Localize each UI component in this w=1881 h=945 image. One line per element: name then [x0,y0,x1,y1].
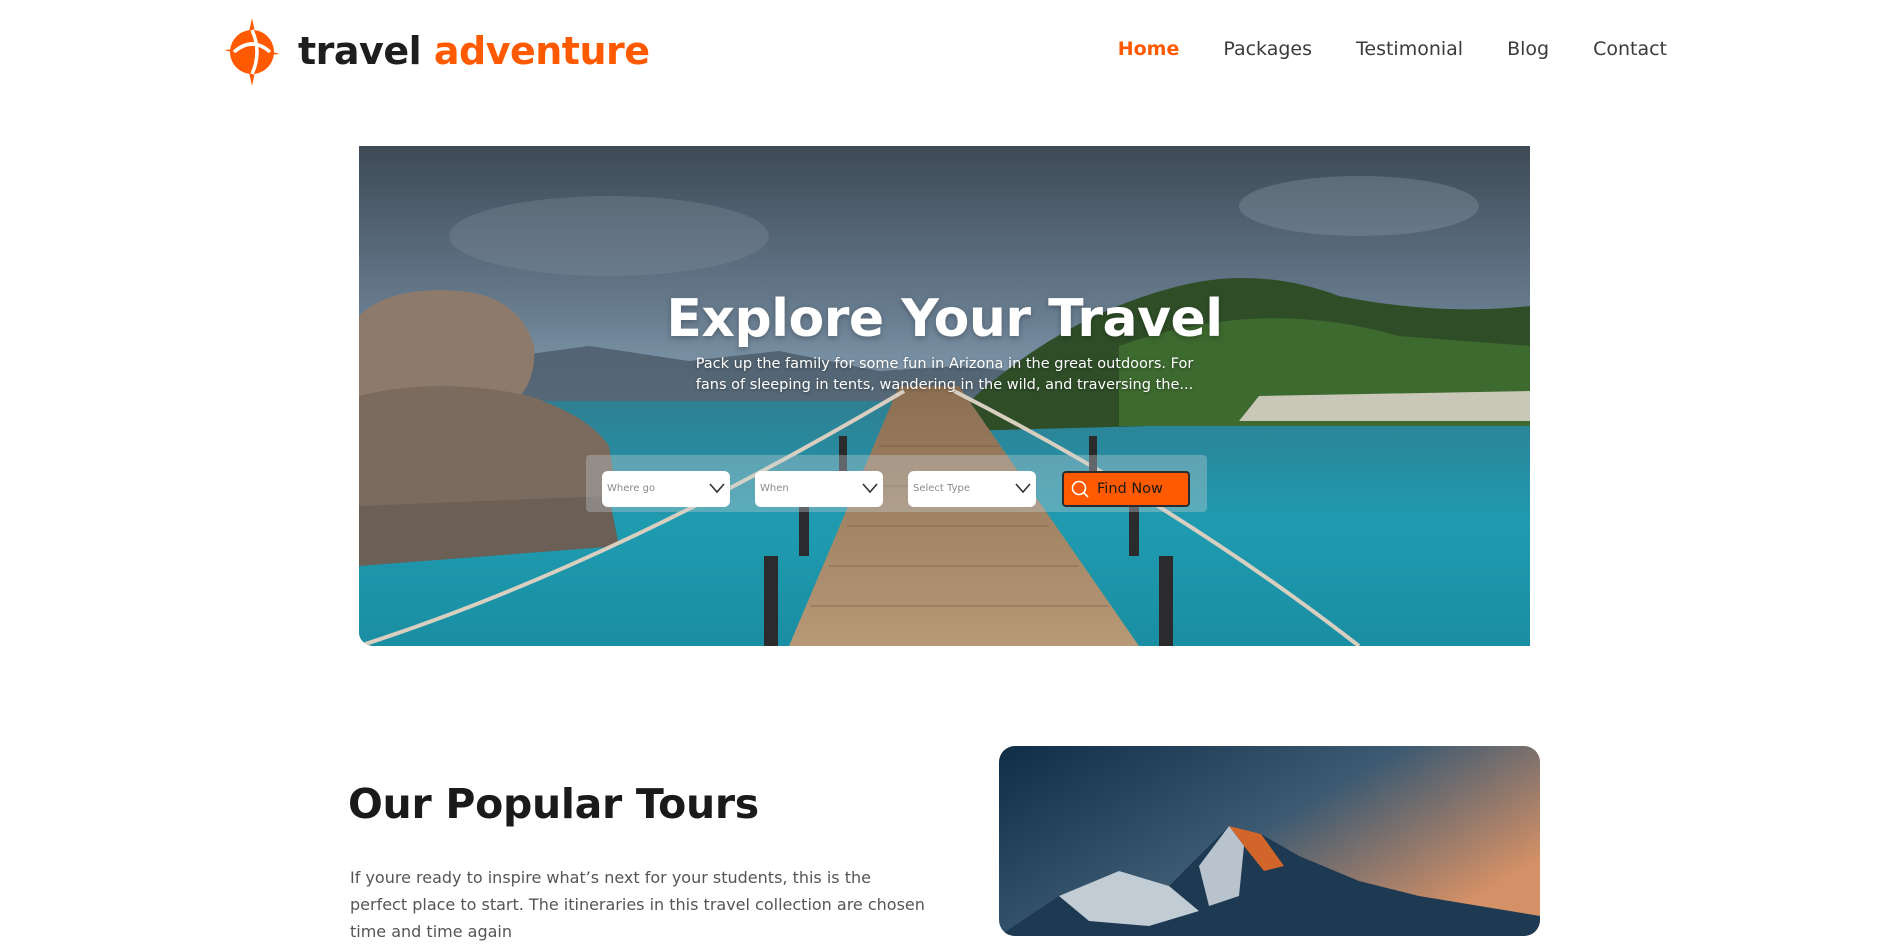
chevron-down-icon [709,483,725,494]
chevron-down-icon [1015,483,1031,494]
nav-home[interactable]: Home [1118,38,1180,60]
search-icon [1071,480,1089,498]
when-placeholder: When [760,483,789,494]
where-placeholder: Where go [607,483,656,494]
nav-blog[interactable]: Blog [1507,38,1549,60]
nav-packages[interactable]: Packages [1223,38,1312,60]
brand-name: travel adventure [298,29,650,73]
nav-testimonial[interactable]: Testimonial [1356,38,1463,60]
hero-title: Explore Your Travel [666,288,1223,349]
hero-background-image [359,146,1530,646]
nav-contact[interactable]: Contact [1593,38,1667,60]
hero-subtitle: Pack up the family for some fun in Arizo… [695,355,1194,393]
popular-tours-description: If youre ready to inspire what’s next fo… [350,868,925,941]
type-placeholder: Select Type [913,483,970,494]
mountain-image [999,746,1540,936]
brand-part-2: adventure [433,29,650,73]
chevron-down-icon [862,483,878,494]
logo[interactable]: travel adventure [222,16,650,86]
hero-banner: Explore Your Travel Pack up the family f… [359,146,1530,646]
find-now-button[interactable]: Find Now [1062,471,1190,507]
type-select[interactable]: Select Type [908,471,1036,507]
search-bar: Where go When Select Type Find Now [586,455,1207,512]
mountain-illustration [999,746,1540,936]
brand-part-1: travel [298,29,422,73]
where-select[interactable]: Where go [602,471,730,507]
popular-tours-title: Our Popular Tours [348,780,759,828]
find-now-label: Find Now [1097,481,1163,497]
main-nav: Home Packages Testimonial Blog Contact [1118,38,1667,60]
compass-logo-icon [224,18,280,86]
when-select[interactable]: When [755,471,883,507]
